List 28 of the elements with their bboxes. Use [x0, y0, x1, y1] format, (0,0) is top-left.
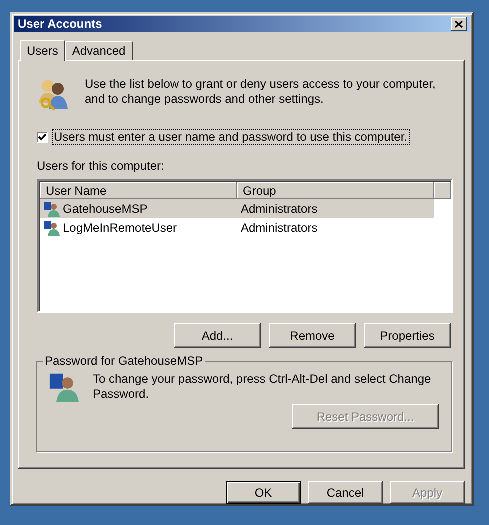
close-icon — [455, 20, 463, 28]
user-name: LogMeInRemoteUser — [63, 220, 178, 234]
user-icon — [49, 372, 79, 402]
users-icon — [37, 77, 71, 111]
group-title: Password for GatehouseMSP — [44, 354, 204, 368]
tab[interactable]: Advanced — [65, 41, 133, 60]
tab[interactable]: Users — [20, 40, 66, 61]
password-hint: To change your password, press Ctrl-Alt-Del and select Change Password. — [93, 372, 432, 402]
checkbox-label[interactable]: Users must enter a user name and password to use this computer. — [53, 130, 409, 144]
password-checkbox[interactable] — [37, 132, 48, 142]
user-icon — [44, 200, 60, 216]
users-label: Users for this computer: — [37, 159, 166, 173]
column-header[interactable]: Group — [237, 182, 434, 199]
user-row[interactable]: LogMeInRemoteUser Administrators — [40, 218, 434, 237]
user-row[interactable]: GatehouseMSP Administrators — [40, 199, 434, 218]
user-name: GatehouseMSP — [63, 202, 148, 216]
column-header[interactable]: User Name — [40, 182, 237, 199]
list-button[interactable]: Properties — [364, 323, 451, 348]
intro-text: Use the list below to grant or deny users access to your computer, and to change passwords and other settings. — [85, 77, 437, 107]
user-icon — [44, 220, 60, 236]
user-group: Administrators — [241, 220, 318, 234]
window-title: User Accounts — [18, 17, 102, 31]
dialog-button[interactable]: OK — [226, 481, 301, 504]
user-group: Administrators — [241, 202, 318, 216]
dialog-button[interactable]: Cancel — [308, 481, 383, 504]
list-button[interactable]: Add... — [174, 323, 261, 348]
close-button[interactable] — [451, 17, 467, 31]
list-button[interactable]: Remove — [269, 323, 356, 348]
